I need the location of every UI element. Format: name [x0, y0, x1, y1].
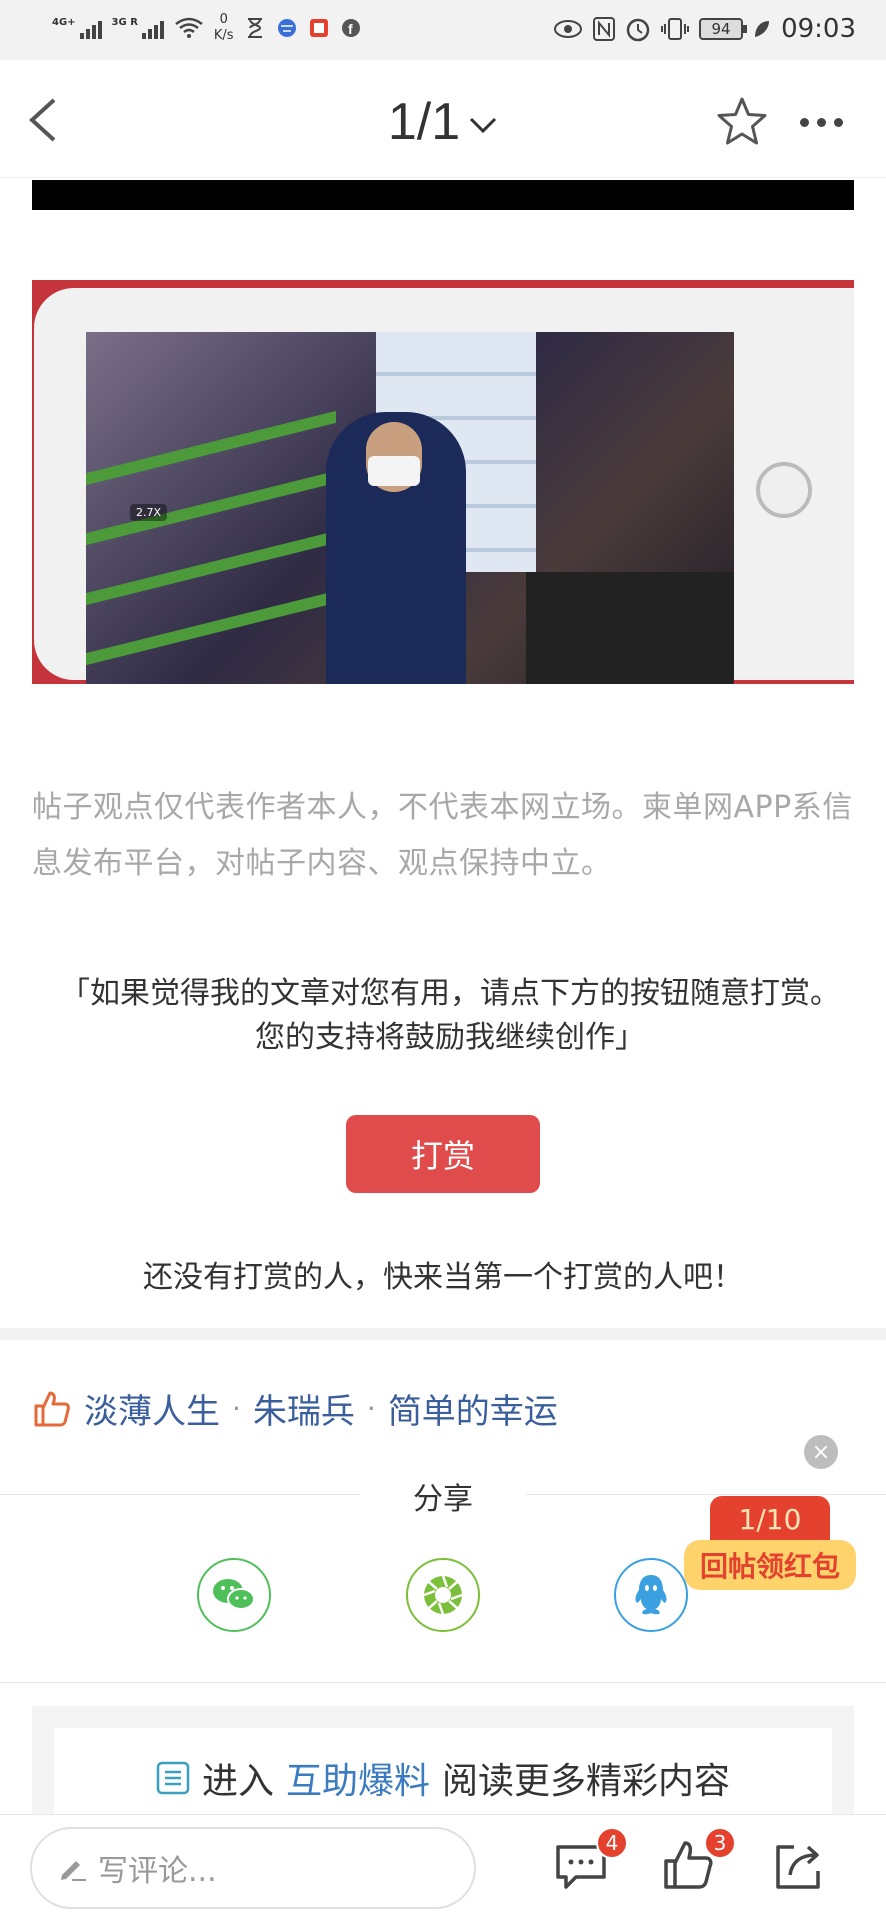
- signal1-label: 4G+: [52, 17, 76, 28]
- hourglass-icon: [244, 17, 266, 39]
- comment-count-badge: 4: [596, 1827, 628, 1859]
- separator-dot: ·: [232, 1392, 241, 1425]
- no-reward-text: 还没有打赏的人，快来当第一个打赏的人吧！: [143, 1260, 743, 1295]
- status-bar-right: 94 09:03: [553, 14, 856, 44]
- red-packet-widget[interactable]: 1/10 回帖领红包: [684, 1496, 856, 1596]
- more-content-box: 进入 互助爆料 阅读更多精彩内容: [32, 1706, 854, 1828]
- image-top-bar: [32, 180, 854, 210]
- thumbs-up-icon: [34, 1391, 70, 1426]
- qq-icon: [635, 1575, 667, 1615]
- content-divider: [0, 1682, 886, 1683]
- leaf-icon: [755, 21, 770, 37]
- vibrate-icon: [661, 18, 690, 40]
- liked-user-link[interactable]: 朱瑞兵: [253, 1384, 355, 1433]
- signal2-label: 3G R: [111, 17, 138, 28]
- eye-icon: [554, 20, 583, 38]
- reward-quote: 「如果觉得我的文章对您有用，请点下方的按钮随意打赏。您的支持将鼓励我继续创作」: [60, 976, 840, 1055]
- liked-user-link[interactable]: 淡薄人生: [84, 1384, 220, 1433]
- more-content-prefix: 进入: [201, 1761, 274, 1802]
- bottom-bar: 写评论... 4 3: [0, 1814, 886, 1920]
- page-indicator-text: 1/1: [387, 93, 461, 151]
- alarm-icon: [626, 18, 650, 42]
- zoom-label: 2.7X: [130, 504, 168, 521]
- status-bar-left: 4G+ 3G R 0 K/s f: [52, 12, 362, 44]
- signal-icon-2: 3G R: [112, 17, 164, 39]
- header: 1/1: [0, 60, 886, 178]
- post-image[interactable]: 2.7X: [32, 280, 854, 684]
- share-moments-button[interactable]: [406, 1558, 480, 1632]
- wechat-icon: [213, 1579, 255, 1610]
- like-count-badge: 3: [704, 1827, 736, 1859]
- close-icon[interactable]: ×: [804, 1435, 838, 1469]
- signal-icon-1: 4G+: [52, 17, 102, 39]
- comments-button[interactable]: 4: [552, 1827, 628, 1895]
- moments-icon: [423, 1575, 463, 1615]
- phone-frame: 2.7X: [34, 288, 854, 684]
- red-packet-label: 回帖领红包: [684, 1540, 856, 1590]
- status-bar: 4G+ 3G R 0 K/s f 94 09:03: [0, 0, 886, 60]
- share-button[interactable]: [770, 1837, 828, 1895]
- liked-user-link[interactable]: 简单的幸运: [388, 1384, 558, 1433]
- comment-placeholder: 写评论...: [98, 1854, 217, 1889]
- net-speed: 0 K/s: [214, 12, 234, 44]
- pencil-icon: [61, 1861, 86, 1881]
- like-button[interactable]: 3: [660, 1827, 736, 1895]
- net-speed-unit: K/s: [213, 28, 234, 43]
- list-icon: [156, 1761, 190, 1795]
- more-content-link[interactable]: 进入 互助爆料 阅读更多精彩内容: [54, 1728, 832, 1828]
- wifi-icon: [175, 17, 203, 38]
- facebook-icon: f: [340, 17, 362, 39]
- share-label: 分享: [360, 1474, 526, 1518]
- clock: 09:03: [781, 14, 856, 44]
- book-app-icon: [308, 17, 330, 39]
- reward-button[interactable]: 打赏: [346, 1115, 540, 1193]
- cctv-screen: 2.7X: [86, 332, 734, 684]
- battery-icon: 94: [699, 18, 748, 40]
- section-divider: [0, 1328, 886, 1340]
- battery-level: 94: [711, 20, 731, 38]
- red-packet-count: 1/10: [710, 1496, 830, 1542]
- share-wechat-button[interactable]: [197, 1558, 271, 1632]
- share-qq-button[interactable]: [614, 1558, 688, 1632]
- globe-app-icon: [276, 17, 298, 39]
- disclaimer-text: 帖子观点仅代表作者本人，不代表本网立场。柬单网APP系信息发布平台，对帖子内容、…: [32, 790, 853, 881]
- more-menu-icon[interactable]: [800, 118, 843, 127]
- home-button-icon: [756, 462, 812, 518]
- net-speed-value: 0: [219, 12, 228, 27]
- separator-dot: ·: [366, 1392, 376, 1425]
- forum-link[interactable]: 互助爆料: [286, 1752, 430, 1804]
- svg-text:f: f: [348, 21, 353, 37]
- share-icon: [776, 1845, 820, 1889]
- liked-by-list: 淡薄人生 · 朱瑞兵 · 简单的幸运: [32, 1384, 558, 1433]
- nfc-icon: [593, 17, 616, 41]
- comment-input[interactable]: 写评论...: [30, 1827, 476, 1909]
- more-content-suffix: 阅读更多精彩内容: [442, 1761, 731, 1802]
- chevron-down-icon: [470, 118, 497, 134]
- star-icon[interactable]: [716, 96, 768, 148]
